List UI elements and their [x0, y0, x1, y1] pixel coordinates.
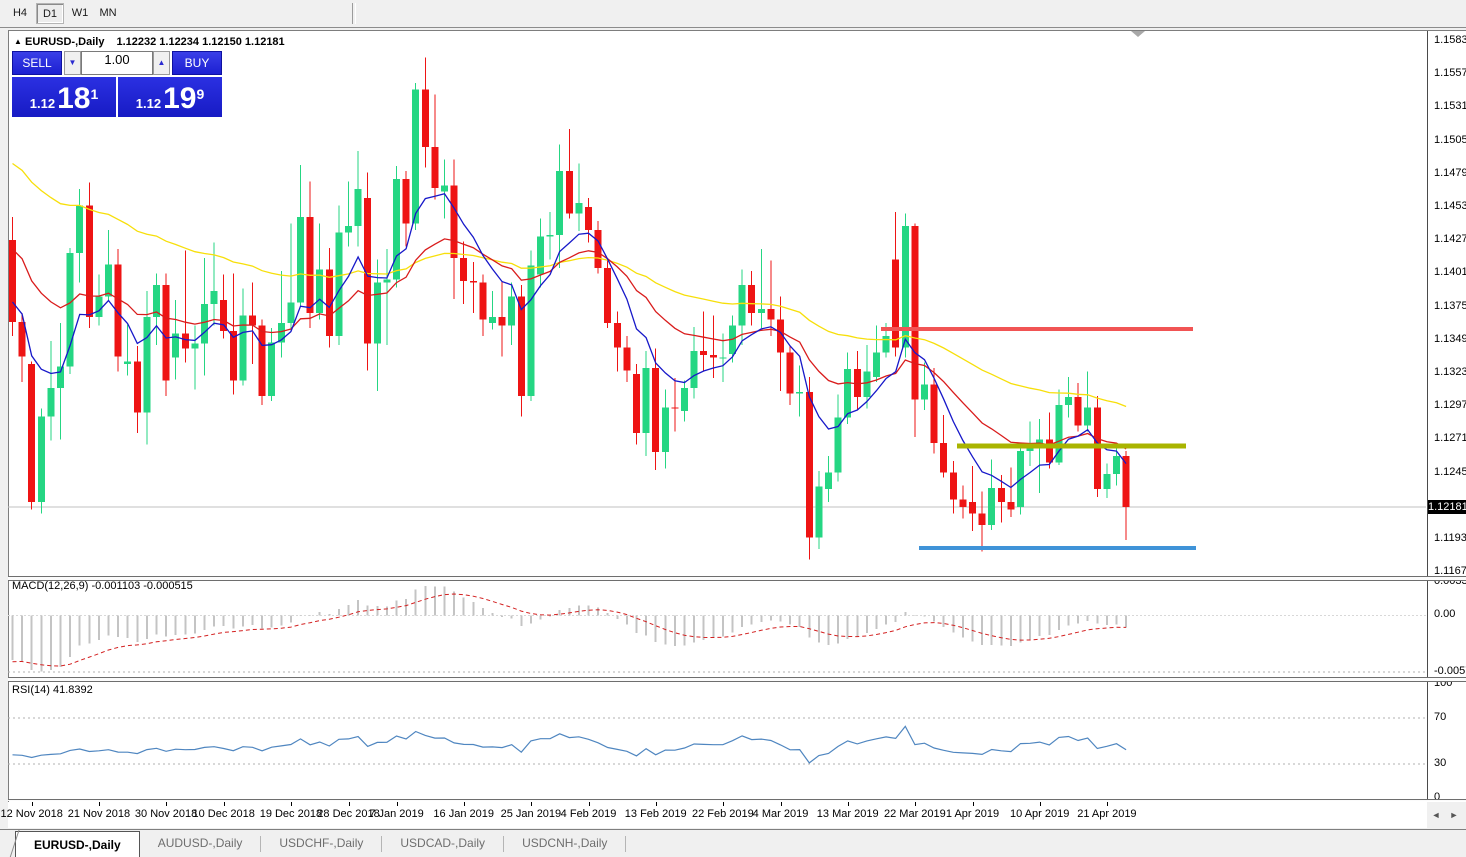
price-axis-label: 1.13750 — [1434, 300, 1466, 312]
date-axis-label: 16 Jan 2019 — [433, 808, 494, 820]
price-axis-label: 1.14270 — [1434, 233, 1466, 245]
scrollbar-corner: ◄ ► — [1427, 802, 1466, 828]
tab-separator — [625, 836, 626, 852]
date-axis-label: 12 Nov 2018 — [0, 808, 62, 820]
scroll-right-button[interactable]: ► — [1447, 809, 1461, 822]
date-axis-label: 21 Nov 2018 — [68, 808, 130, 820]
volume-increase-button[interactable]: ▲ — [153, 51, 170, 75]
price-axis-label: 1.13230 — [1434, 366, 1466, 378]
date-axis-label: 22 Feb 2019 — [692, 808, 754, 820]
pane-splitter-macd[interactable] — [8, 576, 1466, 581]
date-axis-label: 19 Dec 2018 — [260, 808, 322, 820]
current-price-tag: 1.12181 — [1428, 500, 1466, 514]
price-axis-label: 1.15830 — [1434, 34, 1466, 46]
mt4-terminal-window: H4 D1 W1 MN 1.158301.155701.153101.15050… — [0, 0, 1466, 857]
one-click-trading-panel: SELL ▼ 1.00 ▲ BUY 1.12 18 1 1.12 19 9 — [12, 51, 222, 117]
date-axis-label: 30 Nov 2018 — [135, 808, 197, 820]
date-axis-border — [8, 799, 1466, 801]
price-axis-label: 1.11930 — [1434, 532, 1466, 544]
date-axis-label: 22 Mar 2019 — [884, 808, 946, 820]
date-axis-label: 25 Jan 2019 — [501, 808, 562, 820]
date-axis: 12 Nov 201821 Nov 201830 Nov 201810 Dec … — [8, 802, 1427, 828]
price-axis-label: 1.14010 — [1434, 266, 1466, 278]
bid-price-main: 18 — [57, 84, 90, 114]
date-axis-label: 10 Dec 2018 — [192, 808, 254, 820]
ask-price-prefix: 1.12 — [136, 94, 161, 114]
sell-button[interactable]: SELL — [12, 51, 62, 75]
macd-axis-label: 0.00 — [1434, 608, 1455, 620]
bid-price-button[interactable]: 1.12 18 1 — [12, 77, 116, 117]
rsi-axis-label: 70 — [1434, 711, 1446, 723]
symbol-tab-eurusd[interactable]: EURUSD-,Daily — [15, 831, 140, 857]
bid-price-pip: 1 — [90, 88, 98, 100]
volume-decrease-button[interactable]: ▼ — [64, 51, 81, 75]
chart-ohlc-values: 1.12232 1.12234 1.12150 1.12181 — [116, 36, 284, 48]
price-axis: 1.15830 1.15570 1.15310 1.15050 1.14790 1.145… — [1427, 31, 1466, 801]
one-click-toggle-icon[interactable]: ▲ — [14, 37, 22, 46]
symbol-tab-usdchf[interactable]: USDCHF-,Daily — [261, 830, 381, 857]
rsi-line — [13, 726, 1127, 763]
date-axis-label: 10 Apr 2019 — [1010, 808, 1069, 820]
price-axis-label: 1.15570 — [1434, 67, 1466, 79]
price-axis-label: 1.14530 — [1434, 200, 1466, 212]
date-axis-label: 13 Feb 2019 — [625, 808, 687, 820]
volume-input[interactable]: 1.00 — [81, 51, 153, 75]
chart-shift-marker-icon[interactable] — [1131, 31, 1145, 37]
symbol-tab-usdcnh[interactable]: USDCNH-,Daily — [504, 830, 625, 857]
symbol-tab-bar: EURUSD-,Daily AUDUSD-,Daily USDCHF-,Dail… — [0, 829, 1466, 857]
date-axis-label: 4 Feb 2019 — [561, 808, 617, 820]
rsi-axis-label: 30 — [1434, 757, 1446, 769]
price-axis-label: 1.12710 — [1434, 432, 1466, 444]
price-axis-label: 1.15310 — [1434, 100, 1466, 112]
candlestick-series — [9, 58, 1130, 560]
macd-signal-line — [13, 594, 1127, 666]
macd-indicator-label: MACD(12,26,9) -0.001103 -0.000515 — [12, 580, 193, 592]
macd-histogram — [13, 586, 1127, 671]
price-axis-label: 1.12970 — [1434, 399, 1466, 411]
scroll-left-button[interactable]: ◄ — [1429, 809, 1443, 822]
chart-symbol-label: EURUSD-,Daily — [25, 36, 104, 48]
ma-fast-line — [13, 194, 1127, 488]
date-axis-label: 13 Mar 2019 — [817, 808, 879, 820]
chart-title: ▲ EURUSD-,Daily 1.12232 1.12234 1.12150 1… — [14, 36, 285, 48]
date-axis-label: 4 Mar 2019 — [753, 808, 809, 820]
ask-price-pip: 9 — [196, 88, 204, 100]
ask-price-button[interactable]: 1.12 19 9 — [118, 77, 222, 117]
date-axis-label: 1 Apr 2019 — [946, 808, 999, 820]
ask-price-main: 19 — [163, 84, 196, 114]
price-axis-label: 1.13490 — [1434, 333, 1466, 345]
date-axis-label: 7 Jan 2019 — [369, 808, 423, 820]
price-axis-label: 1.14790 — [1434, 167, 1466, 179]
macd-axis-label: -0.00574 — [1434, 665, 1466, 677]
price-axis-label: 1.12450 — [1434, 466, 1466, 478]
date-axis-label: 21 Apr 2019 — [1077, 808, 1136, 820]
price-axis-label: 1.15050 — [1434, 134, 1466, 146]
symbol-tab-audusd[interactable]: AUDUSD-,Daily — [140, 830, 261, 857]
ma-mid-line — [13, 239, 1127, 449]
rsi-indicator-label: RSI(14) 41.8392 — [12, 684, 93, 696]
symbol-tab-usdcad[interactable]: USDCAD-,Daily — [382, 830, 503, 857]
buy-button[interactable]: BUY — [172, 51, 222, 75]
pane-splitter-rsi[interactable] — [8, 677, 1466, 682]
chart-plot — [0, 0, 1466, 857]
bid-price-prefix: 1.12 — [30, 94, 55, 114]
